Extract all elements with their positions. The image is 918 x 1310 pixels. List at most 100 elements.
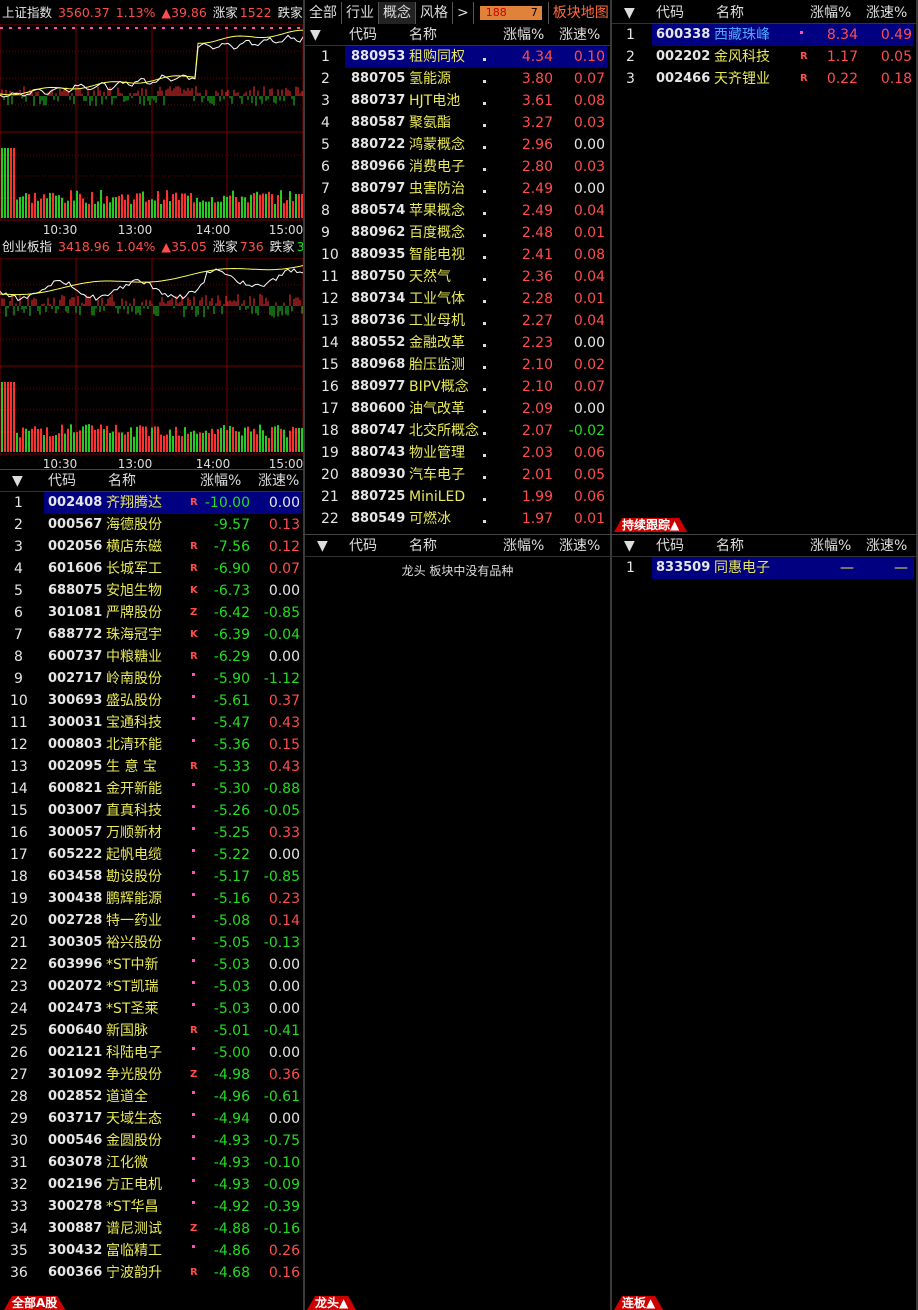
- table-row[interactable]: 2 880705 氢能源 3.80 0.07: [305, 68, 610, 90]
- col-name[interactable]: 名称: [409, 24, 437, 46]
- table-row[interactable]: 32 002196 方正电机 -4.93 -0.09: [0, 1174, 303, 1196]
- table-row[interactable]: 2 002202 金风科技 R 1.17 0.05: [612, 46, 916, 68]
- sh-index-panel[interactable]: 上证指数 3560.37 1.13% ▲39.86 涨家1522 跌家465 1…: [0, 0, 303, 236]
- table-row[interactable]: 22 603996 *ST中新 -5.03 0.00: [0, 954, 303, 976]
- table-row[interactable]: 1 600338 西藏珠峰 8.34 0.49: [612, 24, 916, 46]
- tab-concept[interactable]: 概念: [379, 2, 416, 24]
- table-row[interactable]: 35 300432 富临精工 -4.86 0.26: [0, 1240, 303, 1262]
- table-row[interactable]: 17 880600 油气改革 2.09 0.00: [305, 398, 610, 420]
- cy-index-panel[interactable]: 创业板指 3418.96 1.04% ▲35.05 涨家736 跌家303 10…: [0, 236, 303, 470]
- table-row[interactable]: 2 000567 海德股份 -9.57 0.13: [0, 514, 303, 536]
- table-row[interactable]: 12 000803 北清环能 -5.36 0.15: [0, 734, 303, 756]
- table-row[interactable]: 21 300305 裕兴股份 -5.05 -0.13: [0, 932, 303, 954]
- table-row[interactable]: 30 000546 金圆股份 -4.93 -0.75: [0, 1130, 303, 1152]
- table-row[interactable]: 24 002473 *ST圣莱 -5.03 0.00: [0, 998, 303, 1020]
- sh-intraday-chart[interactable]: 10:30 13:00 14:00 15:00: [0, 24, 303, 236]
- col-code[interactable]: 代码: [656, 535, 684, 557]
- table-row[interactable]: 31 603078 江化微 -4.93 -0.10: [0, 1152, 303, 1174]
- menu-icon[interactable]: ▼: [317, 535, 328, 557]
- table-row[interactable]: 5 688075 安旭生物 K -6.73 0.00: [0, 580, 303, 602]
- col-speed[interactable]: 涨速%: [559, 24, 600, 46]
- col-pct[interactable]: 涨幅%: [503, 24, 553, 46]
- col-speed[interactable]: 涨速%: [559, 535, 600, 557]
- table-row[interactable]: 15 003007 直真科技 -5.26 -0.05: [0, 800, 303, 822]
- tracking-tab[interactable]: 持续跟踪▲: [614, 518, 687, 532]
- table-row[interactable]: 21 880725 MiniLED 1.99 0.06: [305, 486, 610, 508]
- col-pct[interactable]: 涨幅%: [200, 470, 241, 492]
- table-row[interactable]: 10 880935 智能电视 2.41 0.08: [305, 244, 610, 266]
- table-row[interactable]: 34 300887 谱尼测试 Z -4.88 -0.16: [0, 1218, 303, 1240]
- col-speed[interactable]: 涨速%: [866, 2, 907, 24]
- table-row[interactable]: 19 880743 物业管理 2.03 0.06: [305, 442, 610, 464]
- table-row[interactable]: 7 880797 虫害防治 2.49 0.00: [305, 178, 610, 200]
- col-pct[interactable]: 涨幅%: [810, 535, 851, 557]
- table-row[interactable]: 18 603458 勘设股份 -5.17 -0.85: [0, 866, 303, 888]
- table-row[interactable]: 23 002072 *ST凯瑞 -5.03 0.00: [0, 976, 303, 998]
- col-name[interactable]: 名称: [108, 470, 136, 492]
- tab-all[interactable]: 全部: [305, 2, 342, 24]
- table-row[interactable]: 16 880977 BIPV概念 2.10 0.07: [305, 376, 610, 398]
- col-code[interactable]: 代码: [48, 470, 76, 492]
- table-row[interactable]: 1 833509 同惠电子 — —: [612, 557, 916, 579]
- tab-style[interactable]: 风格: [416, 2, 453, 24]
- table-row[interactable]: 9 880962 百度概念 2.48 0.01: [305, 222, 610, 244]
- table-row[interactable]: 16 300057 万顺新材 -5.25 0.33: [0, 822, 303, 844]
- all-a-shares-tab[interactable]: 全部A股: [4, 1296, 65, 1310]
- table-row[interactable]: 3 880737 HJT电池 3.61 0.08: [305, 90, 610, 112]
- table-row[interactable]: 4 880587 聚氨酯 3.27 0.03: [305, 112, 610, 134]
- table-row[interactable]: 29 603717 天域生态 -4.94 0.00: [0, 1108, 303, 1130]
- table-row[interactable]: 8 880574 苹果概念 2.49 0.04: [305, 200, 610, 222]
- table-row[interactable]: 13 880736 工业母机 2.27 0.04: [305, 310, 610, 332]
- table-row[interactable]: 9 002717 岭南股份 -5.90 -1.12: [0, 668, 303, 690]
- table-row[interactable]: 12 880734 工业气体 2.28 0.01: [305, 288, 610, 310]
- menu-icon[interactable]: ▼: [624, 535, 635, 557]
- table-row[interactable]: 1 880953 租购同权 4.34 0.10: [305, 46, 610, 68]
- col-code[interactable]: 代码: [656, 2, 684, 24]
- menu-icon[interactable]: ▼: [310, 24, 321, 46]
- table-row[interactable]: 3 002466 天齐锂业 R 0.22 0.18: [612, 68, 916, 90]
- col-pct[interactable]: 涨幅%: [503, 535, 544, 557]
- table-row[interactable]: 7 688772 珠海冠宇 K -6.39 -0.04: [0, 624, 303, 646]
- col-name[interactable]: 名称: [716, 2, 744, 24]
- table-row[interactable]: 18 880747 北交所概念 2.07 -0.02: [305, 420, 610, 442]
- table-row[interactable]: 19 300438 鹏辉能源 -5.16 0.23: [0, 888, 303, 910]
- table-row[interactable]: 3 002056 横店东磁 R -7.56 0.12: [0, 536, 303, 558]
- table-row[interactable]: 28 002852 道道全 -4.96 -0.61: [0, 1086, 303, 1108]
- limitup-tab[interactable]: 连板▲: [614, 1296, 663, 1310]
- table-row[interactable]: 13 002095 生 意 宝 R -5.33 0.43: [0, 756, 303, 778]
- table-row[interactable]: 20 880930 汽车电子 2.01 0.05: [305, 464, 610, 486]
- table-row[interactable]: 27 301092 争光股份 Z -4.98 0.36: [0, 1064, 303, 1086]
- table-row[interactable]: 33 300278 *ST华昌 -4.92 -0.39: [0, 1196, 303, 1218]
- table-row[interactable]: 1 002408 齐翔腾达 R -10.00 0.00: [0, 492, 303, 514]
- col-code[interactable]: 代码: [349, 24, 377, 46]
- table-row[interactable]: 25 600640 新国脉 R -5.01 -0.41: [0, 1020, 303, 1042]
- menu-icon[interactable]: ▼: [624, 2, 635, 24]
- col-code[interactable]: 代码: [349, 535, 377, 557]
- table-row[interactable]: 22 880549 可燃冰 1.97 0.01: [305, 508, 610, 530]
- tab-more[interactable]: >: [453, 2, 474, 24]
- table-row[interactable]: 14 880552 金融改革 2.23 0.00: [305, 332, 610, 354]
- col-speed[interactable]: 涨速%: [866, 535, 907, 557]
- leaders-tab[interactable]: 龙头▲: [307, 1296, 356, 1310]
- table-row[interactable]: 6 880966 消费电子 2.80 0.03: [305, 156, 610, 178]
- col-name[interactable]: 名称: [716, 535, 744, 557]
- table-row[interactable]: 6 301081 严牌股份 Z -6.42 -0.85: [0, 602, 303, 624]
- table-row[interactable]: 36 600366 宁波韵升 R -4.68 0.16: [0, 1262, 303, 1284]
- table-row[interactable]: 4 601606 长城军工 R -6.90 0.07: [0, 558, 303, 580]
- cy-intraday-chart[interactable]: 10:30 13:00 14:00 15:00: [0, 258, 303, 470]
- table-row[interactable]: 11 880750 天然气 2.36 0.04: [305, 266, 610, 288]
- table-row[interactable]: 17 605222 起帆电缆 -5.22 0.00: [0, 844, 303, 866]
- table-row[interactable]: 5 880722 鸿蒙概念 2.96 0.00: [305, 134, 610, 156]
- table-row[interactable]: 8 600737 中粮糖业 R -6.29 0.00: [0, 646, 303, 668]
- table-row[interactable]: 15 880968 胎压监测 2.10 0.02: [305, 354, 610, 376]
- table-row[interactable]: 14 600821 金开新能 -5.30 -0.88: [0, 778, 303, 800]
- table-row[interactable]: 11 300031 宝通科技 -5.47 0.43: [0, 712, 303, 734]
- menu-icon[interactable]: ▼: [12, 470, 23, 492]
- tab-industry[interactable]: 行业: [342, 2, 379, 24]
- col-pct[interactable]: 涨幅%: [810, 2, 851, 24]
- tab-sector-map[interactable]: 板块地图: [547, 2, 614, 24]
- table-row[interactable]: 20 002728 特一药业 -5.08 0.14: [0, 910, 303, 932]
- table-row[interactable]: 10 300693 盛弘股份 -5.61 0.37: [0, 690, 303, 712]
- col-name[interactable]: 名称: [409, 535, 437, 557]
- col-speed[interactable]: 涨速%: [258, 470, 299, 492]
